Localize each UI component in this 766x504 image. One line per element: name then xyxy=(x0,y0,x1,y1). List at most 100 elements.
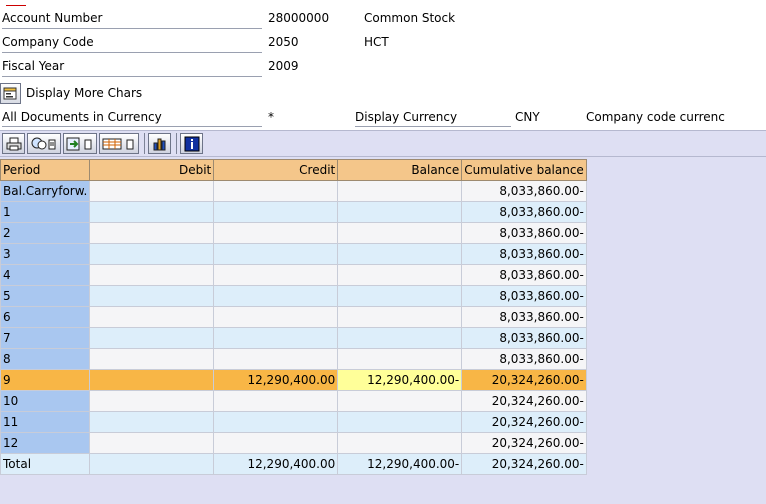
table-row[interactable]: 12 20,324,260.00- xyxy=(0,432,587,454)
layout-button[interactable] xyxy=(99,133,139,154)
debit-cell[interactable] xyxy=(89,180,215,202)
table-row[interactable]: 4 8,033,860.00- xyxy=(0,264,587,286)
cumulative-balance-cell[interactable]: 8,033,860.00- xyxy=(461,306,587,328)
display-currency-value: CNY xyxy=(515,110,540,124)
credit-cell[interactable] xyxy=(213,390,339,412)
account-number-value: 28000000 xyxy=(268,11,330,25)
balance-cell[interactable] xyxy=(337,348,463,370)
period-cell[interactable]: 12 xyxy=(0,432,91,454)
cumulative-balance-cell[interactable]: 8,033,860.00- xyxy=(461,243,587,265)
credit-cell[interactable] xyxy=(213,180,339,202)
cumulative-balance-cell[interactable]: 8,033,860.00- xyxy=(461,264,587,286)
period-cell[interactable]: 2 xyxy=(0,222,91,244)
period-cell[interactable]: Bal.Carryforw. xyxy=(0,180,91,202)
table-row[interactable]: 10 20,324,260.00- xyxy=(0,390,587,412)
print-button[interactable] xyxy=(2,133,25,154)
find-button[interactable] xyxy=(27,133,61,154)
table-row[interactable]: 5 8,033,860.00- xyxy=(0,285,587,307)
chart-button[interactable] xyxy=(148,133,171,154)
credit-cell[interactable] xyxy=(213,201,339,223)
credit-cell[interactable] xyxy=(213,306,339,328)
credit-cell[interactable] xyxy=(213,432,339,454)
debit-cell[interactable] xyxy=(89,348,215,370)
balance-cell[interactable]: 12,290,400.00- xyxy=(337,369,463,391)
debit-cell[interactable] xyxy=(89,411,215,433)
period-cell[interactable]: 7 xyxy=(0,327,91,349)
debit-cell[interactable] xyxy=(89,369,215,391)
cumulative-balance-cell[interactable]: 8,033,860.00- xyxy=(461,327,587,349)
credit-cell[interactable] xyxy=(213,264,339,286)
debit-cell[interactable] xyxy=(89,264,215,286)
balance-cell[interactable] xyxy=(337,432,463,454)
debit-cell[interactable] xyxy=(89,432,215,454)
table-row[interactable]: Bal.Carryforw. 8,033,860.00- xyxy=(0,180,587,202)
table-row[interactable]: 8 8,033,860.00- xyxy=(0,348,587,370)
balance-cell[interactable] xyxy=(337,285,463,307)
column-header-credit[interactable]: Credit xyxy=(213,159,339,181)
credit-cell[interactable] xyxy=(213,222,339,244)
fiscal-year-label: Fiscal Year xyxy=(2,57,262,77)
period-cell[interactable]: 6 xyxy=(0,306,91,328)
cumulative-balance-cell[interactable]: 20,324,260.00- xyxy=(461,411,587,433)
balance-cell[interactable] xyxy=(337,180,463,202)
info-button[interactable] xyxy=(180,133,203,154)
debit-cell[interactable] xyxy=(89,285,215,307)
debit-cell[interactable] xyxy=(89,222,215,244)
column-header-period[interactable]: Period xyxy=(0,159,91,181)
table-row[interactable]: 6 8,033,860.00- xyxy=(0,306,587,328)
period-cell[interactable]: 5 xyxy=(0,285,91,307)
table-row[interactable]: Total 12,290,400.00 12,290,400.00- 20,324,2… xyxy=(0,453,587,475)
credit-cell[interactable] xyxy=(213,243,339,265)
table-row[interactable]: 7 8,033,860.00- xyxy=(0,327,587,349)
balance-cell[interactable] xyxy=(337,201,463,223)
display-more-chars-button[interactable]: Display More Chars xyxy=(0,82,142,104)
debit-cell[interactable] xyxy=(89,306,215,328)
export-button[interactable] xyxy=(63,133,97,154)
credit-cell[interactable] xyxy=(213,327,339,349)
debit-cell[interactable] xyxy=(89,327,215,349)
period-cell[interactable]: 3 xyxy=(0,243,91,265)
period-cell[interactable]: 8 xyxy=(0,348,91,370)
debit-cell[interactable] xyxy=(89,243,215,265)
period-cell[interactable]: 1 xyxy=(0,201,91,223)
balance-cell[interactable] xyxy=(337,390,463,412)
credit-cell[interactable]: 12,290,400.00 xyxy=(213,453,339,475)
table-row[interactable]: 2 8,033,860.00- xyxy=(0,222,587,244)
period-cell[interactable]: 11 xyxy=(0,411,91,433)
period-cell[interactable]: 4 xyxy=(0,264,91,286)
period-cell[interactable]: Total xyxy=(0,453,91,475)
balance-cell[interactable] xyxy=(337,306,463,328)
period-cell[interactable]: 9 xyxy=(0,369,91,391)
column-header-debit[interactable]: Debit xyxy=(89,159,215,181)
cumulative-balance-cell[interactable]: 20,324,260.00- xyxy=(461,390,587,412)
credit-cell[interactable] xyxy=(213,411,339,433)
balance-cell[interactable]: 12,290,400.00- xyxy=(337,453,463,475)
balance-cell[interactable] xyxy=(337,264,463,286)
balance-cell[interactable] xyxy=(337,411,463,433)
debit-cell[interactable] xyxy=(89,390,215,412)
credit-cell[interactable] xyxy=(213,348,339,370)
cumulative-balance-cell[interactable]: 20,324,260.00- xyxy=(461,432,587,454)
cumulative-balance-cell[interactable]: 20,324,260.00- xyxy=(461,369,587,391)
column-header-balance[interactable]: Balance xyxy=(337,159,463,181)
cumulative-balance-cell[interactable]: 8,033,860.00- xyxy=(461,180,587,202)
balance-cell[interactable] xyxy=(337,222,463,244)
credit-cell[interactable]: 12,290,400.00 xyxy=(213,369,339,391)
debit-cell[interactable] xyxy=(89,201,215,223)
cumulative-balance-cell[interactable]: 8,033,860.00- xyxy=(461,201,587,223)
column-header-cumulative-balance[interactable]: Cumulative balance xyxy=(461,159,587,181)
cumulative-balance-cell[interactable]: 8,033,860.00- xyxy=(461,222,587,244)
balance-cell[interactable] xyxy=(337,243,463,265)
credit-cell[interactable] xyxy=(213,285,339,307)
cumulative-balance-cell[interactable]: 20,324,260.00- xyxy=(461,453,587,475)
table-row[interactable]: 9 12,290,400.00 12,290,400.00- 20,324,260.0… xyxy=(0,369,587,391)
table-row[interactable]: 1 8,033,860.00- xyxy=(0,201,587,223)
period-cell[interactable]: 10 xyxy=(0,390,91,412)
table-row[interactable]: 3 8,033,860.00- xyxy=(0,243,587,265)
cumulative-balance-cell[interactable]: 8,033,860.00- xyxy=(461,348,587,370)
debit-cell[interactable] xyxy=(89,453,215,475)
account-description: Common Stock xyxy=(364,11,456,25)
table-row[interactable]: 11 20,324,260.00- xyxy=(0,411,587,433)
cumulative-balance-cell[interactable]: 8,033,860.00- xyxy=(461,285,587,307)
balance-cell[interactable] xyxy=(337,327,463,349)
